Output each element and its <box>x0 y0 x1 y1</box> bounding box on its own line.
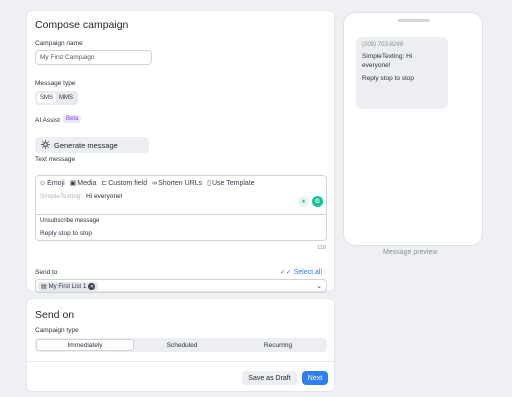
message-preview-label: Message preview <box>383 249 438 256</box>
message-prefix: SimpleTexting: <box>40 193 83 200</box>
image-icon: ▣ <box>69 180 77 187</box>
compose-campaign-card: Compose campaign Campaign name My First … <box>26 10 335 293</box>
message-toolbar: ☺ Emoji ▣ Media ⊏ Custom field ∞ Shorten URL… <box>39 179 255 188</box>
grammarly-icon[interactable]: G <box>312 196 323 207</box>
double-check-icon: ✓✓ <box>279 269 292 276</box>
message-bubble: (209) 703-8268 SimpleTexting: Hi everyon… <box>356 37 448 109</box>
list-chip[interactable]: ▤ My First List 1 ✕ <box>38 282 99 291</box>
send-on-card: Send on Campaign type Immediately Schedu… <box>26 298 335 392</box>
link-icon: ∞ <box>152 179 158 187</box>
phone-preview: (209) 703-8268 SimpleTexting: Hi everyon… <box>343 12 483 246</box>
message-divider <box>36 214 326 215</box>
message-type-toggle[interactable]: SMS MMS <box>35 91 79 105</box>
footer-divider <box>27 361 334 362</box>
emoji-button[interactable]: ☺ Emoji <box>39 179 65 187</box>
bookmark-icon: ▯ <box>207 180 211 187</box>
custom-field-label: Custom field <box>108 179 148 187</box>
preview-line-3: Reply stop to stop <box>362 75 415 82</box>
campaign-name-input[interactable]: My First Campaign <box>35 50 152 65</box>
send-on-title: Send on <box>35 309 75 321</box>
preview-line-2: everyone! <box>362 62 391 69</box>
send-to-select[interactable]: ▤ My First List 1 ✕ ⌄ <box>35 279 327 293</box>
emoji-label: Emoji <box>47 179 65 187</box>
unsubscribe-value: Reply stop to stop <box>40 230 93 237</box>
send-to-label: Send to <box>35 269 58 276</box>
lightbulb-icon[interactable]: ● <box>298 196 309 207</box>
message-type-label: Message type <box>35 80 76 87</box>
list-chip-count: 1 <box>83 283 87 290</box>
custom-field-button[interactable]: ⊏ Custom field <box>101 179 148 188</box>
compose-title: Compose campaign <box>35 19 129 31</box>
message-type-mms[interactable]: MMS <box>56 93 76 103</box>
message-text[interactable]: Hi everyone! <box>86 193 123 200</box>
sparkle-icon <box>41 139 50 151</box>
shorten-urls-label: Shorten URLs <box>158 179 203 187</box>
contacts-icon: ▤ <box>41 284 47 290</box>
sender-number: (209) 703-8268 <box>362 42 404 48</box>
unsubscribe-label: Unsubscribe message <box>40 218 100 224</box>
beta-badge: Beta <box>63 115 82 123</box>
media-label: Media <box>77 179 97 187</box>
generate-message-label: Generate message <box>54 140 118 150</box>
campaign-name-value: My First Campaign <box>40 54 95 61</box>
save-as-draft-button[interactable]: Save as Draft <box>242 371 297 385</box>
campaign-type-immediately[interactable]: Immediately <box>36 339 134 351</box>
text-message-label: Text message <box>35 156 76 163</box>
emoji-icon: ☺ <box>39 179 47 187</box>
ai-assist-label: AI Assist <box>35 117 60 124</box>
shorten-urls-button[interactable]: ∞ Shorten URLs <box>152 179 202 187</box>
preview-line-1: SimpleTexting: Hi <box>362 53 413 60</box>
text-message-box[interactable]: ☺ Emoji ▣ Media ⊏ Custom field ∞ Shorten URL… <box>35 175 327 241</box>
chevron-down-icon[interactable]: ⌄ <box>316 282 322 290</box>
use-template-button[interactable]: ▯ Use Template <box>207 179 255 188</box>
generate-message-button[interactable]: Generate message <box>35 137 149 153</box>
tag-icon: ⊏ <box>101 180 108 187</box>
phone-speaker <box>398 19 430 22</box>
campaign-name-label: Campaign name <box>35 40 83 47</box>
campaign-type-recurring[interactable]: Recurring <box>230 339 326 351</box>
select-all-link[interactable]: ✓✓ Select all <box>280 268 322 276</box>
character-count: 118 <box>317 245 326 251</box>
next-button[interactable]: Next <box>302 371 328 385</box>
use-template-label: Use Template <box>211 179 255 187</box>
message-type-sms[interactable]: SMS <box>37 93 57 103</box>
campaign-type-toggle[interactable]: Immediately Scheduled Recurring <box>35 338 327 352</box>
remove-chip-icon[interactable]: ✕ <box>88 283 96 290</box>
select-all-label: Select all <box>293 269 322 276</box>
campaign-type-scheduled[interactable]: Scheduled <box>134 339 230 351</box>
campaign-type-label: Campaign type <box>35 327 79 334</box>
list-chip-label: My First List <box>48 283 82 290</box>
media-button[interactable]: ▣ Media <box>69 179 97 188</box>
